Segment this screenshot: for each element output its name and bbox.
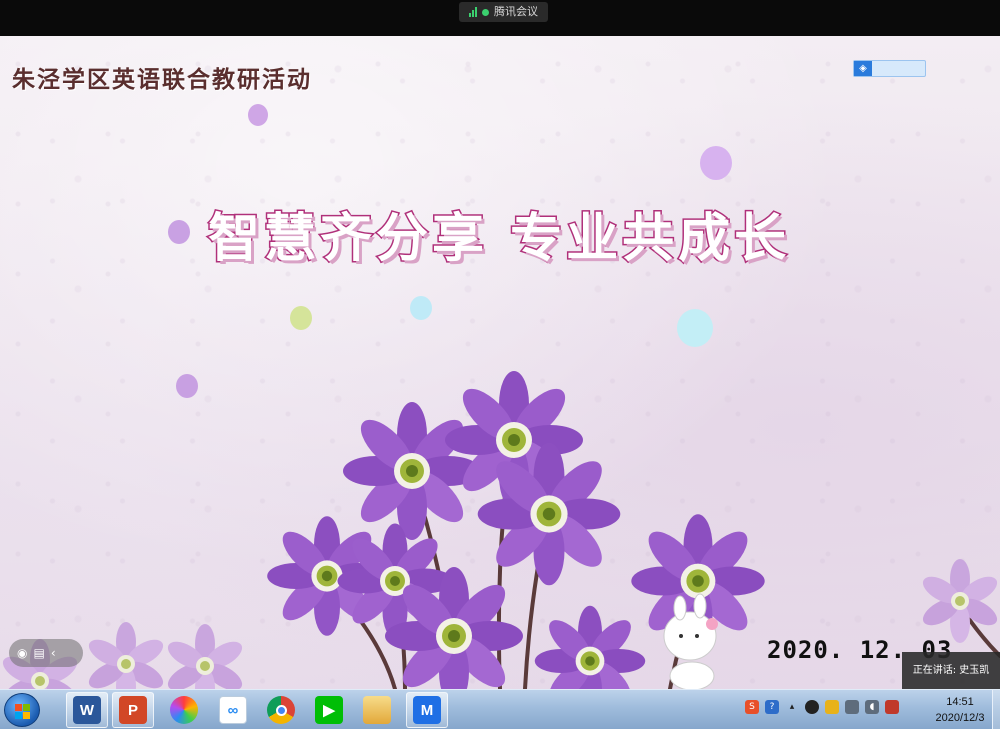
- volume-icon[interactable]: ◖: [865, 700, 879, 714]
- security-icon[interactable]: [825, 700, 839, 714]
- speaking-indicator: 正在讲话: 史玉凯: [902, 652, 1000, 689]
- system-tray: S ? ▴ ◖: [745, 700, 899, 714]
- qq-icon[interactable]: [805, 700, 819, 714]
- signal-strength-icon: [469, 7, 477, 17]
- keyboard-icon[interactable]: ▤: [33, 646, 44, 660]
- taskbar-app-picture-viewer[interactable]: [163, 692, 205, 728]
- clock-date: 2020/12/3: [935, 712, 985, 724]
- tencent-meeting-icon: M: [413, 696, 441, 724]
- start-button[interactable]: [4, 693, 40, 727]
- meeting-app-name: 腾讯会议: [494, 5, 538, 18]
- chrome-icon: [267, 696, 295, 724]
- word-icon: W: [73, 696, 101, 724]
- shared-screen-slide: 朱泾学区英语联合教研活动 智慧齐分享 专业共成长 2020. 12. 03 ◈ …: [0, 36, 1000, 689]
- taskbar-app-word[interactable]: W: [66, 692, 108, 728]
- secure-status-icon: [482, 8, 489, 16]
- meeting-top-bar: 腾讯会议: [0, 0, 1000, 36]
- network-icon[interactable]: [845, 700, 859, 714]
- collapse-arrow-icon[interactable]: ‹: [51, 646, 56, 660]
- taskbar-clock[interactable]: 14:51 2020/12/3: [925, 694, 995, 726]
- taskbar-app-iqiyi[interactable]: ▶: [308, 692, 350, 728]
- sogou-input-icon[interactable]: S: [745, 700, 759, 714]
- cloud-icon: ∞: [219, 696, 247, 724]
- windows-taskbar: W P ∞ ▶ M S ? ▴ ◖ 14:51 2020/12/3: [0, 689, 1000, 729]
- help-icon[interactable]: ?: [765, 700, 779, 714]
- powerpoint-icon: P: [119, 696, 147, 724]
- screen-share-toolbar[interactable]: ◈: [853, 60, 926, 77]
- video-player-icon: ▶: [315, 696, 343, 724]
- floating-controls[interactable]: ◉ ▤ ‹: [9, 639, 83, 667]
- tray-expand-icon[interactable]: ▴: [785, 700, 799, 714]
- taskbar-app-powerpoint[interactable]: P: [112, 692, 154, 728]
- taskbar-app-file-explorer[interactable]: [356, 692, 398, 728]
- share-icon: ◈: [854, 61, 872, 76]
- picture-viewer-icon: [170, 696, 198, 724]
- meeting-info-pill[interactable]: 腾讯会议: [459, 2, 548, 22]
- show-desktop-button[interactable]: [992, 690, 1000, 729]
- taskbar-app-baidu-netdisk[interactable]: ∞: [212, 692, 254, 728]
- folder-icon: [363, 696, 391, 724]
- flowers-illustration: [0, 371, 1000, 689]
- taskbar-app-chrome[interactable]: [260, 692, 302, 728]
- taskbar-app-tencent-meeting[interactable]: M: [406, 692, 448, 728]
- clock-time: 14:51: [946, 696, 974, 708]
- mouse-icon[interactable]: ◉: [17, 646, 27, 660]
- flag-icon[interactable]: [885, 700, 899, 714]
